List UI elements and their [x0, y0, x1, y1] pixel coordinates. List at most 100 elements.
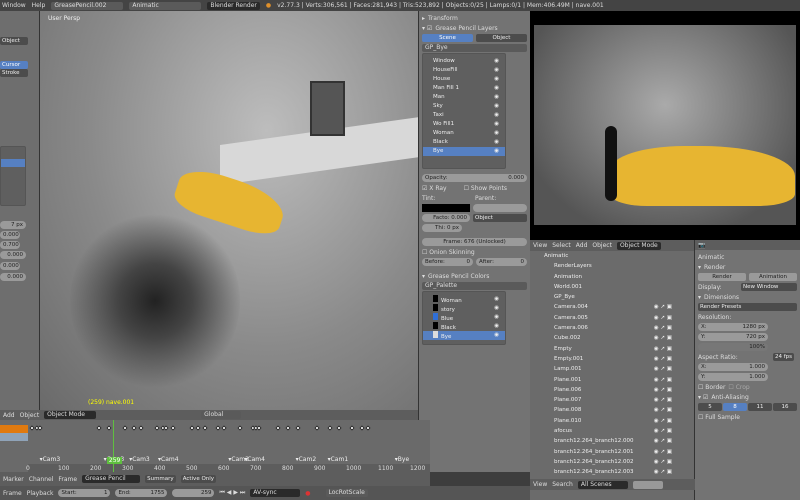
- playback-controls[interactable]: ⏮ ◀ ▶ ⏭: [219, 489, 245, 497]
- menu-search[interactable]: Search: [552, 481, 573, 488]
- render-tab-icon[interactable]: 📷: [698, 242, 705, 249]
- outliner-item[interactable]: Plane.007 ◉ ➚ ▣: [530, 395, 694, 405]
- outliner-item[interactable]: RenderLayers: [530, 261, 694, 271]
- keyframe[interactable]: [195, 425, 202, 431]
- menu-playback[interactable]: Playback: [27, 490, 54, 497]
- sync-select[interactable]: AV-sync: [250, 489, 301, 497]
- outliner-item[interactable]: Plane.008 ◉ ➚ ▣: [530, 405, 694, 415]
- timeline-marker[interactable]: ▾Cam3: [40, 456, 61, 463]
- color-item[interactable]: Black ◉: [423, 322, 505, 331]
- keyframe[interactable]: [256, 425, 263, 431]
- keyframe[interactable]: [137, 425, 144, 431]
- fps-select[interactable]: 24 fps: [773, 353, 795, 361]
- onion-skin-checkbox[interactable]: ☐ Onion Skinning: [422, 249, 475, 256]
- aa-samples-8[interactable]: 8: [723, 403, 747, 411]
- menu-view[interactable]: View: [533, 481, 547, 488]
- outliner-item[interactable]: Camera.004 ◉ ➚ ▣: [530, 302, 694, 312]
- summary-toggle[interactable]: Summary: [145, 475, 176, 483]
- layer-item[interactable]: Taxi ◉: [423, 111, 505, 120]
- keyframe[interactable]: [221, 425, 227, 431]
- end-frame-field[interactable]: End: 1755: [115, 489, 168, 497]
- 3d-viewport[interactable]: User Persp (259) nave.001: [40, 11, 418, 410]
- color-item-selected[interactable]: Bye ◉: [423, 331, 505, 340]
- section-anti-aliasing[interactable]: Anti-Aliasing: [711, 394, 748, 401]
- show-points-checkbox[interactable]: ☐ Show Points: [464, 185, 507, 192]
- keyframe[interactable]: [105, 425, 112, 431]
- outliner-item[interactable]: Camera.005 ◉ ➚ ▣: [530, 313, 694, 323]
- color-item[interactable]: story ◉: [423, 304, 505, 313]
- scene-selector[interactable]: Animatic: [129, 1, 202, 10]
- aa-samples-5[interactable]: 5: [698, 403, 722, 411]
- menu-help[interactable]: Help: [32, 2, 46, 9]
- keyframe[interactable]: [131, 425, 138, 431]
- colors-section[interactable]: ▾ Grease Pencil Colors: [422, 271, 527, 281]
- timeline-marker[interactable]: ▾Cam4: [158, 456, 179, 463]
- aspect-x-field[interactable]: X: 1.000: [698, 363, 768, 371]
- layer-item[interactable]: Man ◉: [423, 93, 505, 102]
- layer-item[interactable]: Woman ◉: [423, 129, 505, 138]
- menu-add[interactable]: Add: [3, 412, 15, 419]
- full-sample-checkbox[interactable]: ☐ Full Sample: [698, 414, 740, 421]
- timeline-marker[interactable]: ▾Bye: [395, 456, 409, 463]
- keyframe[interactable]: [326, 425, 333, 431]
- outliner-item[interactable]: branch12.264_branch12.003 ◉ ➚ ▣: [530, 467, 694, 477]
- active-only-toggle[interactable]: Active Only: [180, 475, 217, 483]
- outliner-item[interactable]: branch12.264_branch12.002 ◉ ➚ ▣: [530, 457, 694, 467]
- outliner-item[interactable]: Camera.006 ◉ ➚ ▣: [530, 323, 694, 333]
- keyframe[interactable]: [96, 425, 103, 431]
- outliner-item[interactable]: Empty ◉ ➚ ▣: [530, 344, 694, 354]
- outliner-item[interactable]: afocus ◉ ➚ ▣: [530, 426, 694, 436]
- keyframe[interactable]: [37, 425, 43, 431]
- layer-item[interactable]: Window ◉: [423, 57, 505, 66]
- orientation-select[interactable]: Global: [201, 411, 242, 419]
- gp-datablock[interactable]: GP_Bye: [422, 44, 527, 52]
- section-render[interactable]: Render: [704, 264, 725, 271]
- outliner-item[interactable]: World.001: [530, 282, 694, 292]
- keyframe[interactable]: [189, 425, 195, 431]
- keyframe[interactable]: [349, 425, 355, 431]
- channel-gp[interactable]: [0, 433, 28, 441]
- crop-checkbox[interactable]: ☐ Crop: [728, 384, 749, 391]
- menu-window[interactable]: Window: [2, 2, 26, 9]
- keyframe[interactable]: [275, 425, 282, 431]
- outliner-item[interactable]: Plane.001 ◉ ➚ ▣: [530, 375, 694, 385]
- value-field[interactable]: 0.000: [0, 273, 26, 281]
- playhead[interactable]: [112, 420, 114, 472]
- parent-field[interactable]: [473, 204, 527, 212]
- tab-scene[interactable]: Scene: [422, 34, 473, 42]
- keyframe[interactable]: [365, 425, 371, 431]
- aa-samples-11[interactable]: 11: [748, 403, 772, 411]
- mode-select[interactable]: Object Mode: [44, 411, 97, 419]
- before-field[interactable]: Before: 0: [422, 258, 473, 266]
- keyframe[interactable]: [163, 425, 170, 431]
- keyframe[interactable]: [201, 425, 208, 431]
- shelf-list[interactable]: [0, 146, 26, 206]
- outliner-item[interactable]: Empty.001 ◉ ➚ ▣: [530, 354, 694, 364]
- dopesheet[interactable]: 0 100 200 300 400 500 600 700 800 900 1000 1100 1200…: [0, 420, 430, 472]
- layer-item[interactable]: Wo Fill1 ◉: [423, 120, 505, 129]
- menu-view[interactable]: View: [533, 242, 547, 249]
- res-percent-field[interactable]: 100%: [698, 343, 768, 351]
- xray-checkbox[interactable]: ☑ X Ray: [422, 185, 447, 192]
- layer-item[interactable]: House ◉: [423, 75, 505, 84]
- cursor-button[interactable]: Cursor: [0, 61, 28, 69]
- scene-filter-select[interactable]: All Scenes: [577, 480, 628, 489]
- border-checkbox[interactable]: ☐ Border: [698, 384, 725, 391]
- section-dimensions[interactable]: Dimensions: [704, 294, 739, 301]
- aspect-y-field[interactable]: Y: 1.000: [698, 373, 768, 381]
- outliner-item[interactable]: Lamp.001 ◉ ➚ ▣: [530, 364, 694, 374]
- res-x-field[interactable]: X: 1280 px: [698, 323, 768, 331]
- menu-frame[interactable]: Frame: [3, 490, 22, 497]
- color-list[interactable]: Woman ◉ story ◉ Blue ◉ Black ◉ Bye ◉: [422, 291, 506, 345]
- transform-section[interactable]: ▸ Transform: [422, 13, 527, 23]
- tab-object[interactable]: Object: [476, 34, 527, 42]
- outliner-item[interactable]: Cube.002 ◉ ➚ ▣: [530, 333, 694, 343]
- stroke-button[interactable]: Stroke: [0, 69, 28, 77]
- layer-item[interactable]: Man Fill 1 ◉: [423, 84, 505, 93]
- keyframe[interactable]: [169, 425, 176, 431]
- start-frame-field[interactable]: Start: 1: [58, 489, 111, 497]
- value-field[interactable]: 0.000: [0, 251, 26, 259]
- timeline-marker[interactable]: ▾Cam3: [129, 456, 150, 463]
- channel-summary[interactable]: [0, 425, 28, 433]
- render-engine-select[interactable]: Blender Render: [207, 1, 260, 10]
